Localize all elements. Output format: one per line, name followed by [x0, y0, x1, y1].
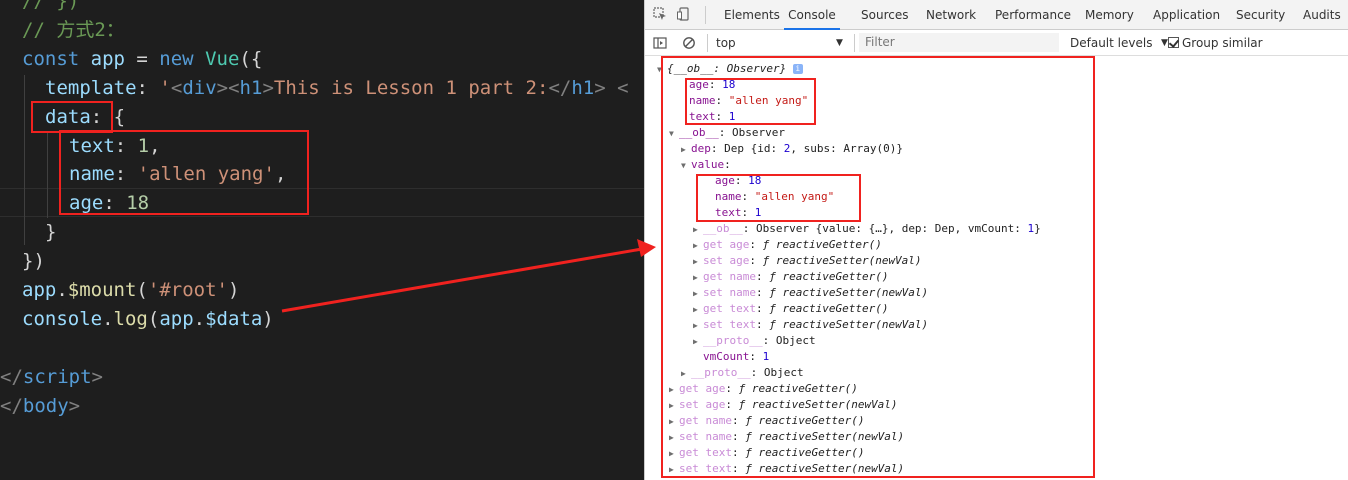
code-token: template — [45, 77, 137, 99]
toolbar-separator — [705, 6, 706, 24]
code-token: < — [170, 77, 183, 99]
code-token: div — [182, 77, 217, 99]
code-token: // 方式2： — [22, 19, 125, 41]
console-toolbar: top ▼ Filter Default levels ▼ Group simi… — [645, 30, 1348, 56]
filter-input[interactable]: Filter — [859, 33, 1059, 52]
group-similar-label: Group similar — [1182, 36, 1263, 50]
code-token: app — [159, 308, 194, 330]
code-line: </script> — [0, 363, 103, 392]
code-token: > — [594, 77, 606, 99]
code-token: const — [22, 48, 91, 70]
code-token: : — [136, 77, 160, 99]
code-token: ({ — [239, 48, 263, 70]
code-token: $data — [205, 308, 263, 330]
code-token: ( — [136, 279, 148, 301]
tab-sources[interactable]: Sources — [861, 0, 908, 30]
code-token: $mount — [67, 279, 137, 301]
code-token: . — [56, 279, 68, 301]
code-token: < — [228, 77, 240, 99]
code-token: > — [262, 77, 274, 99]
code-token: </ — [0, 395, 23, 417]
tab-memory[interactable]: Memory — [1085, 0, 1134, 30]
code-line: }) — [22, 247, 45, 276]
data-fields-highlight — [59, 130, 309, 215]
tab-application[interactable]: Application — [1153, 0, 1220, 30]
code-token: app — [22, 279, 57, 301]
code-token: . — [193, 308, 206, 330]
data-key-highlight — [31, 101, 113, 133]
code-token: console — [22, 308, 103, 330]
tab-performance[interactable]: Performance — [995, 0, 1071, 30]
tab-network[interactable]: Network — [926, 0, 976, 30]
code-token: This is Lesson 1 part 2: — [273, 77, 549, 99]
observer-values-highlight — [696, 174, 861, 222]
code-token: body — [22, 395, 69, 417]
code-line: template: '<div><h1>This is Lesson 1 par… — [45, 74, 629, 103]
device-toolbar-icon[interactable] — [677, 7, 691, 21]
toolbar-separator — [707, 34, 708, 52]
code-token: ) — [227, 279, 240, 301]
code-line: console.log(app.$data) — [22, 305, 274, 334]
code-token: app — [90, 48, 125, 70]
code-token: h1 — [571, 77, 595, 99]
code-token: script — [22, 366, 92, 388]
indent-guide — [24, 75, 25, 245]
toolbar-separator — [854, 34, 855, 52]
code-token: > — [216, 77, 229, 99]
code-token: '#root' — [147, 279, 228, 301]
show-sidebar-icon[interactable] — [653, 36, 667, 50]
code-editor[interactable]: // })// 方式2： const app = new Vue({templat… — [0, 0, 644, 480]
levels-dropdown-icon[interactable]: ▼ — [1161, 30, 1168, 56]
clear-console-icon[interactable] — [682, 36, 696, 50]
code-line: </body> — [0, 392, 80, 421]
code-token: h1 — [239, 77, 263, 99]
code-line: } — [45, 218, 56, 247]
filter-placeholder: Filter — [865, 35, 895, 49]
code-token: </ — [548, 77, 572, 99]
code-token: } — [45, 221, 57, 243]
code-line: // }) — [22, 0, 79, 16]
code-token: new — [159, 48, 206, 70]
code-token: ) — [262, 308, 274, 330]
tab-elements[interactable]: Elements — [724, 0, 780, 30]
code-token: }) — [22, 250, 45, 272]
code-token: = — [124, 48, 160, 70]
code-token: // }) — [22, 0, 80, 12]
log-levels-dropdown[interactable]: Default levels — [1070, 30, 1152, 56]
context-selector[interactable]: top — [716, 30, 736, 56]
code-token: ' — [159, 77, 171, 99]
code-line: app.$mount('#root') — [22, 276, 239, 305]
devtools-tabbar: Elements Console Sources Network Perform… — [645, 0, 1348, 30]
context-dropdown-icon[interactable]: ▼ — [836, 30, 843, 56]
code-token: </ — [0, 366, 23, 388]
code-token: ( — [147, 308, 160, 330]
code-token: > — [91, 366, 103, 388]
code-token: . — [102, 308, 114, 330]
tab-audits[interactable]: Audits — [1303, 0, 1341, 30]
code-token: < — [605, 77, 629, 99]
tab-console[interactable]: Console — [784, 0, 840, 30]
top-level-values-highlight — [685, 78, 816, 125]
inspect-element-icon[interactable] — [653, 7, 667, 21]
code-token: log — [113, 308, 148, 330]
code-token: > — [68, 395, 81, 417]
group-similar-checkbox[interactable] — [1168, 37, 1179, 48]
code-line: // 方式2： — [22, 16, 125, 45]
code-line: const app = new Vue({ — [22, 45, 262, 74]
code-token: Vue — [205, 48, 240, 70]
indent-guide — [47, 133, 48, 218]
tab-security[interactable]: Security — [1236, 0, 1285, 30]
